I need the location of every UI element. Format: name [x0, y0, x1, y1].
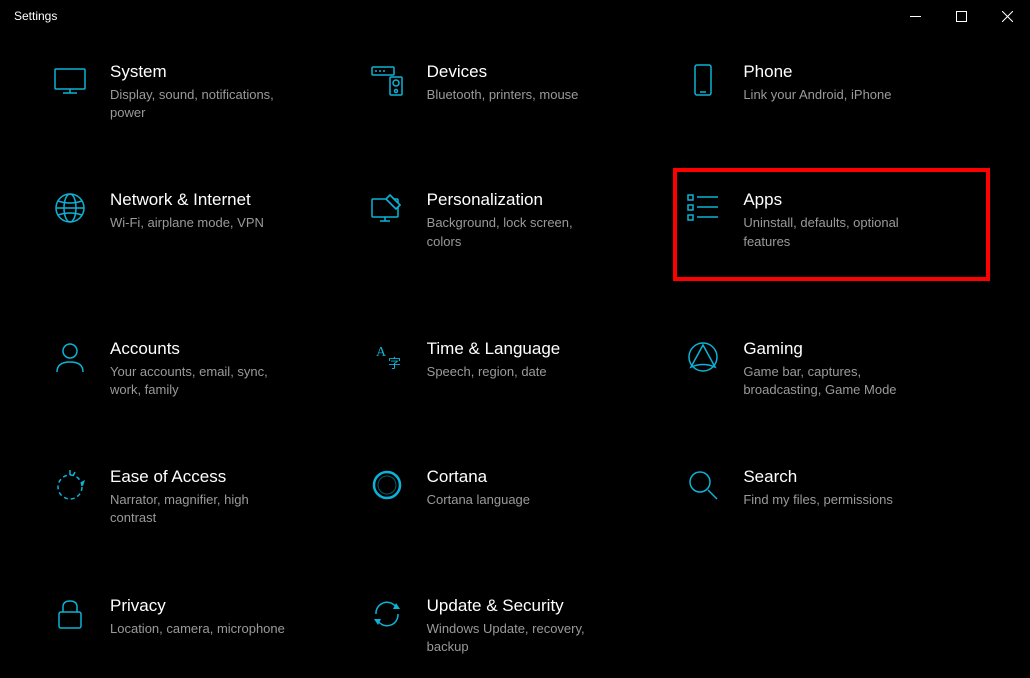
tile-gaming[interactable]: Gaming Game bar, captures, broadcasting,…: [677, 333, 986, 405]
tile-cortana[interactable]: Cortana Cortana language: [361, 461, 670, 533]
tile-title: Privacy: [110, 596, 285, 616]
minimize-button[interactable]: [892, 0, 938, 32]
window-title: Settings: [14, 9, 57, 23]
tile-search[interactable]: Search Find my files, permissions: [677, 461, 986, 533]
ease-of-access-icon: [52, 467, 88, 503]
settings-grid: System Display, sound, notifications, po…: [0, 32, 1030, 662]
titlebar: Settings: [0, 0, 1030, 32]
tile-subtitle: Speech, region, date: [427, 363, 561, 381]
window-controls: [892, 0, 1030, 32]
tile-subtitle: Windows Update, recovery, backup: [427, 620, 607, 656]
tile-title: Time & Language: [427, 339, 561, 359]
tile-subtitle: Your accounts, email, sync, work, family: [110, 363, 290, 399]
search-icon: [685, 467, 721, 503]
tile-title: Network & Internet: [110, 190, 264, 210]
tile-subtitle: Wi-Fi, airplane mode, VPN: [110, 214, 264, 232]
cortana-icon: [369, 467, 405, 503]
tile-subtitle: Bluetooth, printers, mouse: [427, 86, 579, 104]
tile-subtitle: Uninstall, defaults, optional features: [743, 214, 923, 250]
tile-subtitle: Narrator, magnifier, high contrast: [110, 491, 290, 527]
tile-subtitle: Find my files, permissions: [743, 491, 893, 509]
svg-text:字: 字: [388, 356, 401, 371]
tile-title: Devices: [427, 62, 579, 82]
maximize-button[interactable]: [938, 0, 984, 32]
gaming-icon: [685, 339, 721, 375]
tile-title: System: [110, 62, 290, 82]
accounts-icon: [52, 339, 88, 375]
tile-title: Personalization: [427, 190, 607, 210]
tile-privacy[interactable]: Privacy Location, camera, microphone: [44, 590, 353, 662]
tile-phone[interactable]: Phone Link your Android, iPhone: [677, 56, 986, 128]
tile-title: Apps: [743, 190, 923, 210]
time-language-icon: A字: [369, 339, 405, 375]
tile-system[interactable]: System Display, sound, notifications, po…: [44, 56, 353, 128]
personalization-icon: [369, 190, 405, 226]
tile-title: Update & Security: [427, 596, 607, 616]
tile-title: Phone: [743, 62, 891, 82]
tile-subtitle: Link your Android, iPhone: [743, 86, 891, 104]
close-button[interactable]: [984, 0, 1030, 32]
tile-subtitle: Display, sound, notifications, power: [110, 86, 290, 122]
tile-devices[interactable]: Devices Bluetooth, printers, mouse: [361, 56, 670, 128]
globe-icon: [52, 190, 88, 226]
tile-update-security[interactable]: Update & Security Windows Update, recove…: [361, 590, 670, 662]
tile-subtitle: Game bar, captures, broadcasting, Game M…: [743, 363, 923, 399]
update-icon: [369, 596, 405, 632]
tile-title: Cortana: [427, 467, 530, 487]
tile-title: Gaming: [743, 339, 923, 359]
tile-personalization[interactable]: Personalization Background, lock screen,…: [361, 184, 670, 276]
tile-ease-of-access[interactable]: Ease of Access Narrator, magnifier, high…: [44, 461, 353, 533]
tile-subtitle: Cortana language: [427, 491, 530, 509]
tile-accounts[interactable]: Accounts Your accounts, email, sync, wor…: [44, 333, 353, 405]
privacy-icon: [52, 596, 88, 632]
apps-icon: [685, 190, 721, 226]
system-icon: [52, 62, 88, 98]
tile-apps[interactable]: Apps Uninstall, defaults, optional featu…: [677, 172, 986, 276]
tile-network[interactable]: Network & Internet Wi-Fi, airplane mode,…: [44, 184, 353, 276]
tile-subtitle: Location, camera, microphone: [110, 620, 285, 638]
tile-title: Accounts: [110, 339, 290, 359]
svg-text:A: A: [376, 345, 387, 360]
tile-title: Search: [743, 467, 893, 487]
phone-icon: [685, 62, 721, 98]
tile-time-language[interactable]: A字 Time & Language Speech, region, date: [361, 333, 670, 405]
devices-icon: [369, 62, 405, 98]
tile-title: Ease of Access: [110, 467, 290, 487]
tile-subtitle: Background, lock screen, colors: [427, 214, 607, 250]
